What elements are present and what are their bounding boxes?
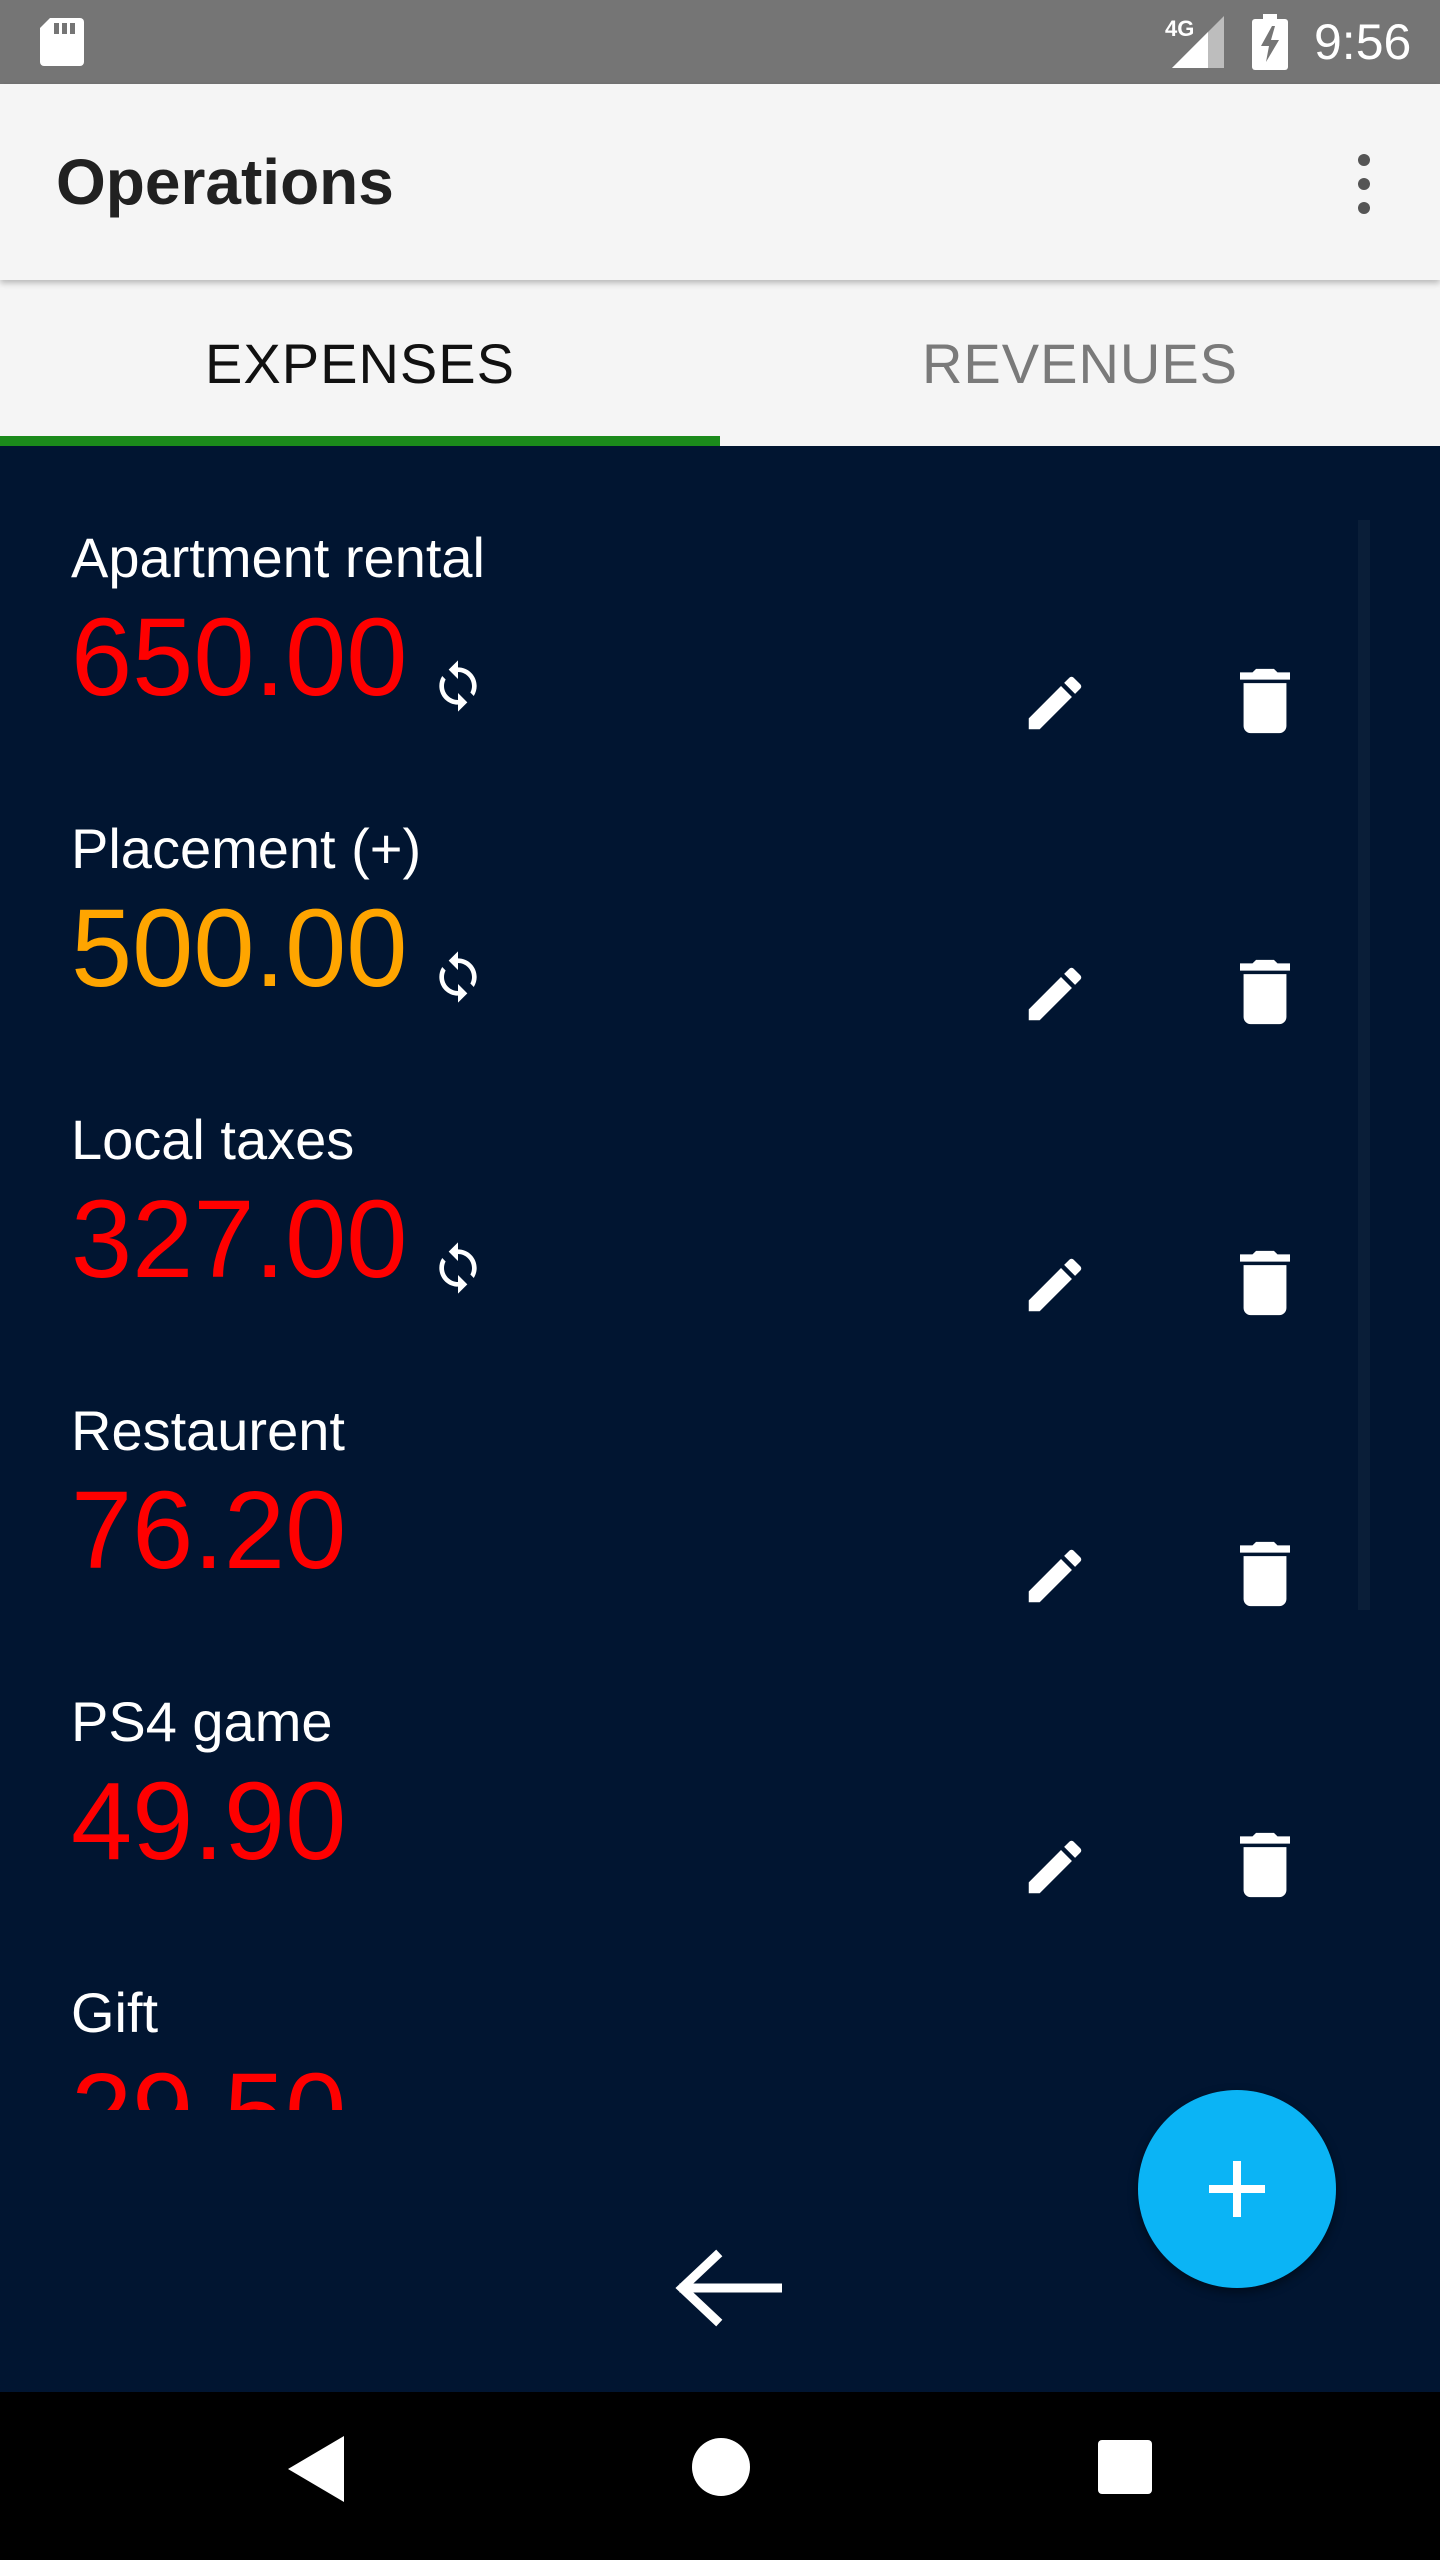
trash-icon[interactable] — [1240, 668, 1290, 734]
operation-label: Apartment rental — [71, 526, 485, 589]
operation-amount: 327.00 — [71, 1178, 408, 1301]
list-item[interactable]: Placement (+) 500.00 — [0, 737, 1440, 1028]
pencil-icon[interactable] — [1020, 1541, 1090, 1611]
pencil-icon[interactable] — [1020, 1250, 1090, 1320]
list-item[interactable]: Apartment rental 650.00 — [0, 446, 1440, 737]
list-item[interactable]: Gift 29.50 — [0, 1901, 1440, 2110]
operation-label: Gift — [71, 1981, 159, 2044]
list-item[interactable]: Local taxes 327.00 — [0, 1028, 1440, 1319]
sd-card-icon — [40, 18, 84, 66]
more-vert-icon[interactable] — [1340, 144, 1388, 224]
tab-expenses[interactable]: EXPENSES — [0, 280, 720, 446]
trash-icon[interactable] — [1240, 1250, 1290, 1316]
system-nav-bar — [0, 2392, 1440, 2560]
list-item[interactable]: PS4 game 49.90 — [0, 1610, 1440, 1901]
tab-bar: EXPENSES REVENUES — [0, 280, 1440, 446]
list-item[interactable]: Restaurent 76.20 — [0, 1319, 1440, 1610]
pencil-icon[interactable] — [1020, 668, 1090, 738]
operations-list[interactable]: Apartment rental 650.00 Placement (+) 50… — [0, 446, 1440, 2110]
operation-label: Placement (+) — [71, 817, 422, 880]
operation-amount: 49.90 — [71, 1760, 347, 1883]
tab-indicator — [0, 436, 720, 446]
pencil-icon[interactable] — [1020, 1832, 1090, 1902]
tab-revenues[interactable]: REVENUES — [720, 280, 1440, 446]
operation-amount: 650.00 — [71, 596, 408, 719]
add-operation-button[interactable] — [1138, 2090, 1336, 2288]
operation-label: Restaurent — [71, 1399, 345, 1462]
operation-amount: 500.00 — [71, 887, 408, 1010]
trash-icon[interactable] — [1240, 1832, 1290, 1898]
battery-charging-icon — [1252, 14, 1288, 70]
sync-icon — [439, 1242, 477, 1294]
status-bar: 4G 9:56 — [0, 0, 1440, 84]
trash-icon[interactable] — [1240, 959, 1290, 1025]
sync-icon — [439, 951, 477, 1003]
operation-amount: 29.50 — [71, 2053, 346, 2111]
plus-icon — [1209, 2161, 1265, 2217]
nav-back-icon[interactable] — [288, 2436, 344, 2502]
operation-label: PS4 game — [71, 1690, 333, 1753]
operation-amount: 76.20 — [71, 1469, 347, 1592]
clock: 9:56 — [1314, 14, 1412, 70]
sync-icon — [439, 660, 477, 712]
pencil-icon[interactable] — [1020, 959, 1090, 1029]
page-title: Operations — [56, 146, 394, 218]
nav-recents-icon[interactable] — [1098, 2440, 1152, 2494]
signal-icon — [1172, 16, 1224, 68]
trash-icon[interactable] — [1240, 1541, 1290, 1607]
app-bar: Operations — [0, 84, 1440, 280]
arrow-left-icon[interactable] — [672, 2248, 782, 2328]
nav-home-icon[interactable] — [692, 2438, 750, 2496]
operation-label: Local taxes — [71, 1108, 355, 1171]
